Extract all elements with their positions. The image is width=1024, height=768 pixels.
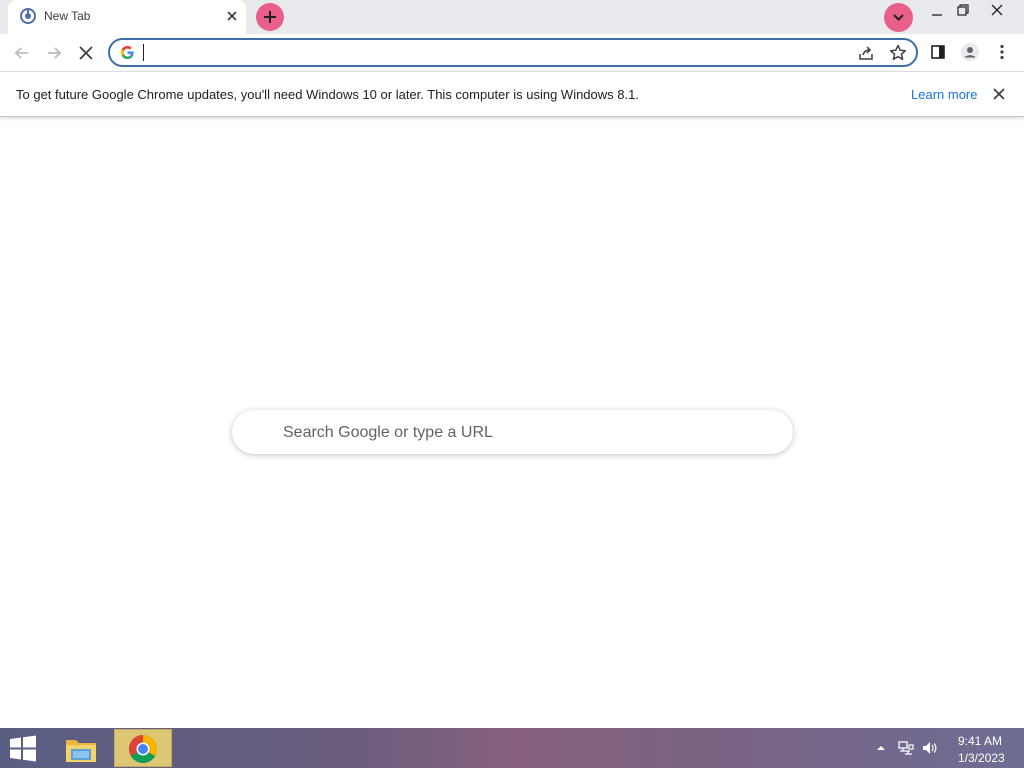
back-arrow-icon[interactable] xyxy=(12,43,32,63)
ntp-search-placeholder: Search Google or type a URL xyxy=(283,424,493,441)
clock-time[interactable]: 9:41 AM xyxy=(958,734,1002,748)
volume-icon[interactable] xyxy=(921,740,937,756)
toolbar xyxy=(0,34,1024,71)
kebab-menu-icon[interactable] xyxy=(992,42,1012,62)
tab-strip: New Tab xyxy=(0,0,1024,34)
text-cursor xyxy=(143,44,144,61)
update-infobar: To get future Google Chrome updates, you… xyxy=(0,71,1024,117)
share-icon[interactable] xyxy=(856,43,876,63)
side-panel-icon[interactable] xyxy=(928,42,948,62)
restore-icon[interactable] xyxy=(952,2,974,18)
tray-expand-icon[interactable] xyxy=(876,744,886,752)
infobar-message: To get future Google Chrome updates, you… xyxy=(16,87,639,102)
forward-arrow-icon[interactable] xyxy=(44,43,64,63)
star-icon[interactable] xyxy=(888,43,908,63)
new-tab-button[interactable] xyxy=(256,3,284,31)
clock-date[interactable]: 1/3/2023 xyxy=(958,751,1005,765)
tab-new-tab[interactable]: New Tab xyxy=(8,0,246,34)
minimize-icon[interactable] xyxy=(926,4,948,18)
google-g-icon xyxy=(120,45,135,60)
profile-icon[interactable] xyxy=(960,42,980,62)
network-icon[interactable] xyxy=(898,740,914,756)
address-input[interactable] xyxy=(148,43,828,62)
windows-taskbar: 9:41 AM 1/3/2023 xyxy=(0,728,1024,768)
tab-search-button[interactable] xyxy=(884,3,913,32)
ntp-search-box[interactable]: Search Google or type a URL xyxy=(232,410,793,454)
chrome-icon xyxy=(128,734,158,764)
close-icon[interactable] xyxy=(986,2,1008,18)
file-explorer-icon[interactable] xyxy=(62,732,100,766)
chrome-newtab-icon xyxy=(20,8,36,24)
learn-more-link[interactable]: Learn more xyxy=(911,87,977,102)
tab-close-icon[interactable] xyxy=(224,8,240,24)
stop-icon[interactable] xyxy=(76,43,96,63)
address-bar[interactable] xyxy=(108,38,918,67)
tab-title: New Tab xyxy=(44,9,91,23)
chrome-taskbar-button[interactable] xyxy=(114,729,172,767)
infobar-close-icon[interactable] xyxy=(990,85,1008,103)
windows-start-icon[interactable] xyxy=(8,735,38,762)
